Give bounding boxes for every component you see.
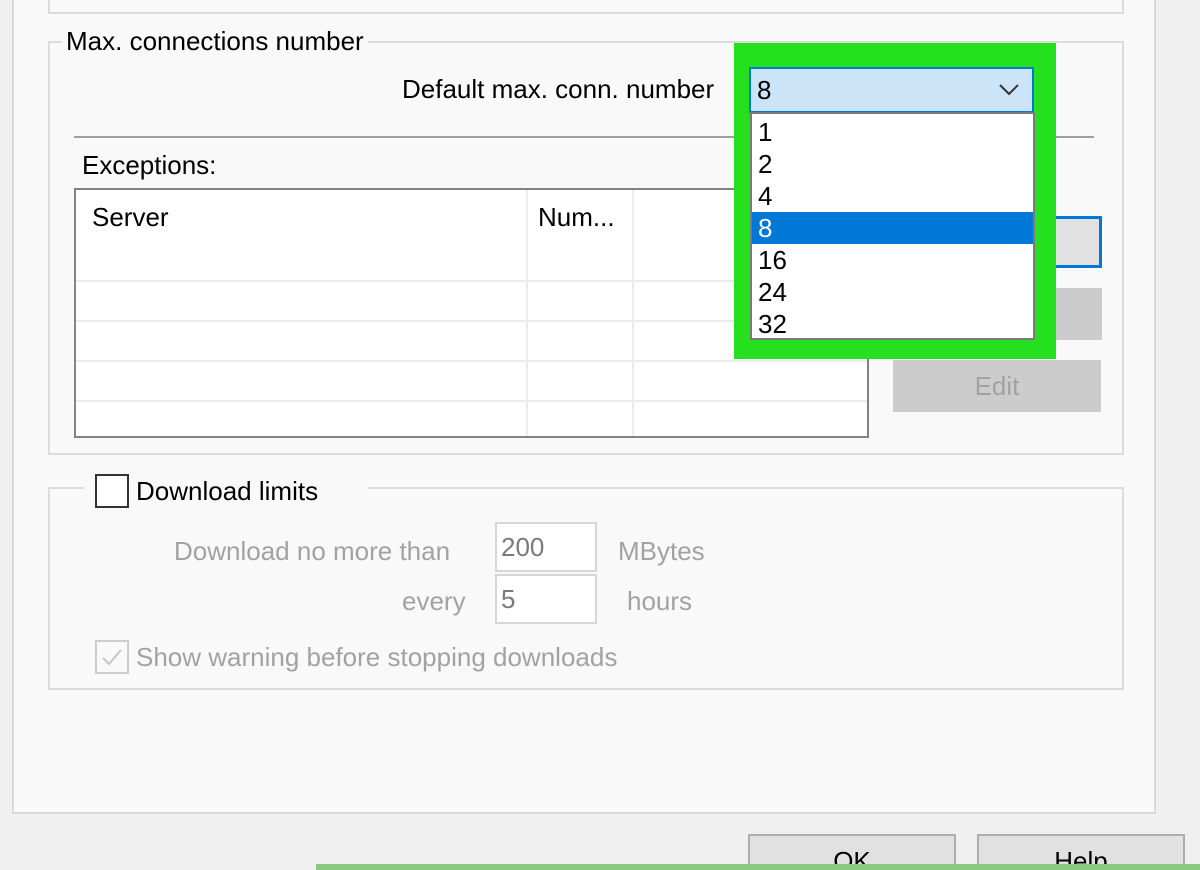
dropdown-option[interactable]: 16: [752, 244, 1033, 276]
bottom-accent-strip: [316, 864, 1200, 870]
combobox-value: 8: [757, 75, 772, 105]
download-limits-checkbox[interactable]: [95, 474, 129, 508]
mbytes-input[interactable]: 200: [495, 522, 597, 572]
every-label: every: [402, 586, 466, 616]
hours-unit-label: hours: [627, 586, 693, 616]
conn-number-dropdown-list[interactable]: 1 2 4 8 16 24 32: [750, 112, 1035, 340]
row-line: [76, 360, 867, 362]
chevron-down-icon: [998, 81, 1020, 99]
edit-button[interactable]: Edit: [893, 360, 1101, 412]
previous-group-box: [48, 0, 1124, 14]
dropdown-option[interactable]: 24: [752, 276, 1033, 308]
row-line: [76, 400, 867, 402]
column-header-server[interactable]: Server: [92, 202, 169, 233]
dropdown-option[interactable]: 32: [752, 308, 1033, 340]
default-max-conn-label: Default max. conn. number: [402, 74, 715, 104]
download-no-more-than-label: Download no more than: [174, 536, 451, 566]
exceptions-label: Exceptions:: [82, 150, 217, 180]
mbytes-unit-label: MBytes: [618, 536, 705, 566]
dropdown-option[interactable]: 1: [752, 116, 1033, 148]
checkmark-icon: [102, 649, 122, 666]
hours-input[interactable]: 5: [495, 574, 597, 624]
max-connections-title: Max. connections number: [62, 26, 368, 57]
show-warning-checkbox[interactable]: [95, 640, 129, 674]
download-limits-label[interactable]: Download limits: [136, 476, 318, 507]
dropdown-option-selected[interactable]: 8: [752, 212, 1033, 244]
show-warning-label[interactable]: Show warning before stopping downloads: [136, 642, 617, 673]
dropdown-option[interactable]: 2: [752, 148, 1033, 180]
default-max-conn-combobox-open[interactable]: 8: [749, 67, 1034, 113]
dropdown-option[interactable]: 4: [752, 180, 1033, 212]
column-header-num[interactable]: Num...: [538, 202, 615, 233]
